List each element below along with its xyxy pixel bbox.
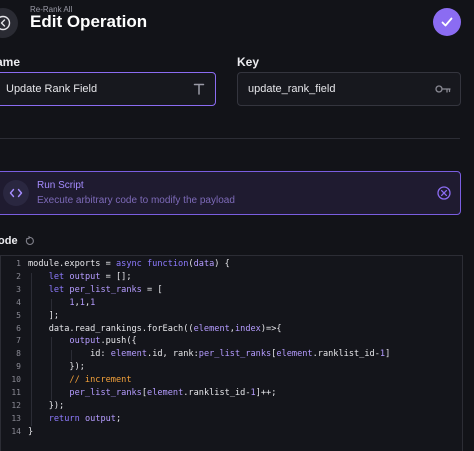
code-token: ; (115, 413, 122, 424)
line-number: 6 (16, 323, 21, 333)
code-line: // increment (28, 375, 132, 386)
code-line: ]; (28, 311, 59, 321)
code-token: } (28, 426, 34, 437)
line-number: 1 (16, 259, 21, 268)
code-token: }); (28, 362, 85, 373)
code-line: id: element.id, rank:per_list_ranks[elem… (28, 349, 390, 359)
indent-guide (31, 272, 32, 426)
script-icon-badge (3, 180, 29, 206)
text-type-icon (193, 83, 205, 95)
code-line: output.push({ (28, 336, 137, 347)
script-description: Execute arbitrary code to modify the pay… (37, 195, 235, 206)
line-number: 14 (11, 426, 21, 436)
code-line: return output; (28, 414, 121, 424)
name-label: ame (0, 55, 21, 69)
line-number: 5 (16, 310, 21, 320)
line-number-gutter: 1 2 3 4 5 6 7 8 9 10 11 12 13 14 (1, 256, 23, 451)
code-line: }); (28, 400, 65, 411)
line-number: 3 (16, 284, 21, 294)
back-button[interactable] (0, 8, 18, 38)
code-editor[interactable]: 1 2 3 4 5 6 7 8 9 10 11 12 13 14 module.exports = asy… (0, 255, 463, 451)
code-token: data.read_rankings.forEach(( (28, 323, 194, 334)
code-token: ) { (214, 259, 230, 269)
code-token: element (110, 349, 148, 360)
code-token: ] (385, 349, 391, 360)
key-input[interactable]: update_rank_field (237, 72, 461, 106)
line-number: 9 (16, 362, 21, 372)
confirm-button[interactable] (433, 8, 461, 36)
code-token: output (69, 271, 101, 282)
line-number: 13 (11, 413, 21, 423)
line-number: 10 (11, 375, 21, 385)
code-line: per_list_ranks[element.ranklist_id-1]++; (28, 388, 276, 398)
code-token: index (234, 323, 261, 334)
name-input[interactable]: Update Rank Field (0, 72, 216, 106)
code-token: = []; (100, 271, 132, 282)
code-label: ode (0, 235, 18, 247)
code-token: element (276, 349, 313, 360)
code-token: = [ (141, 284, 163, 295)
line-number: 4 (16, 297, 21, 307)
code-token: 1 (90, 297, 96, 308)
code-token: .ranklist_id- (183, 388, 251, 398)
code-line: } (28, 427, 33, 437)
code-token: }); (28, 400, 65, 411)
code-line: 1,1,1 (28, 298, 95, 308)
indent-guide (51, 337, 52, 400)
code-token: ]++; (255, 388, 277, 398)
run-script-card[interactable]: Run Script Execute arbitrary code to mod… (0, 171, 461, 215)
key-input-value: update_rank_field (248, 83, 336, 95)
page-title: Edit Operation (30, 12, 148, 31)
code-token: let (48, 271, 65, 282)
code-token: let (48, 284, 65, 295)
line-number: 7 (16, 336, 21, 346)
indent-guide (51, 298, 52, 310)
code-token: // increment (69, 375, 132, 386)
code-line: let output = []; (28, 272, 132, 282)
code-brackets-icon (9, 188, 23, 198)
code-token: id: (28, 349, 111, 360)
code-token: per_list_ranks (69, 284, 142, 295)
code-line: data.read_rankings.forEach((element,inde… (28, 324, 282, 334)
code-token: async function (115, 259, 189, 269)
script-title: Run Script (37, 180, 84, 191)
code-token: ]; (28, 310, 60, 321)
reset-code-icon[interactable] (25, 236, 35, 246)
indent-guide (71, 350, 72, 362)
name-input-value: Update Rank Field (6, 83, 98, 95)
key-label: Key (237, 55, 260, 69)
edit-operation-page: Re-Rank All Edit Operation ame Key Updat… (0, 0, 474, 451)
code-token: per_list_ranks (198, 349, 272, 360)
code-token: output (69, 336, 101, 347)
check-icon (441, 17, 453, 27)
code-token: data (193, 259, 215, 269)
code-token: output (84, 413, 116, 424)
code-token: element (147, 388, 184, 398)
line-number: 8 (16, 349, 21, 359)
code-token: element (193, 323, 230, 334)
code-token: .push({ (100, 336, 137, 347)
code-token: )=>{ (260, 323, 282, 334)
key-icon (435, 85, 451, 93)
line-number: 2 (16, 271, 21, 281)
code-token: per_list_ranks (69, 388, 142, 398)
code-line: module.exports = async function(data) { (28, 259, 230, 269)
remove-script-icon[interactable] (437, 186, 451, 200)
code-line: let per_list_ranks = [ (28, 285, 163, 295)
code-token: return (48, 413, 80, 424)
line-number: 12 (11, 400, 21, 410)
section-divider (0, 138, 460, 139)
code-token: .ranklist_id- (312, 349, 380, 360)
code-token: .id, rank: (147, 349, 199, 360)
code-line: }); (28, 362, 85, 372)
code-token: module.exports = (28, 259, 116, 269)
line-number: 11 (11, 388, 21, 397)
circle-arrow-icon (0, 15, 11, 31)
